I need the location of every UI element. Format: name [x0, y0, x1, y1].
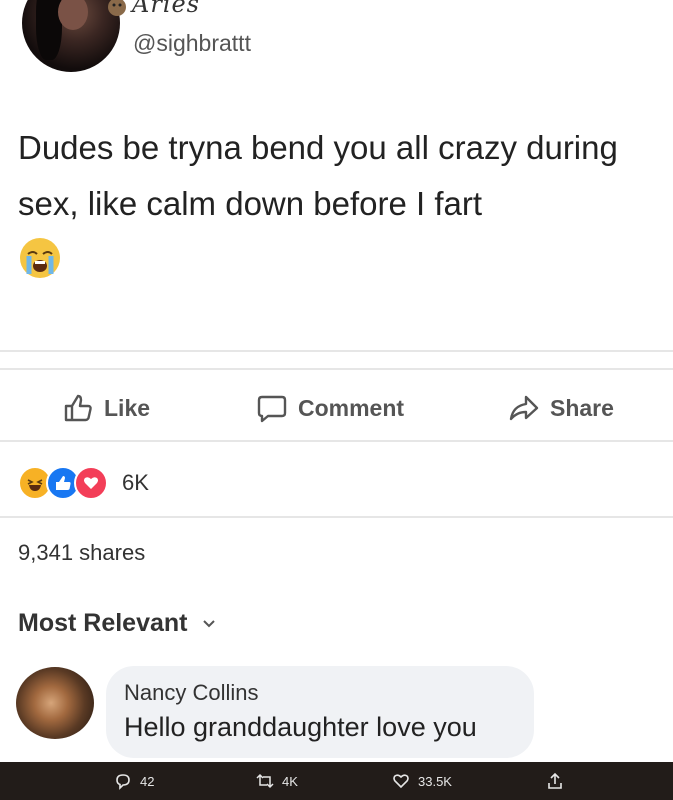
- display-name[interactable]: Aries: [132, 0, 200, 18]
- comment-sort-dropdown[interactable]: Most Relevant: [18, 609, 217, 638]
- share-upload-icon: [548, 772, 562, 789]
- retweet-button[interactable]: 4K: [256, 762, 298, 800]
- tweet-text: Dudes be tryna bend you all crazy during…: [18, 129, 618, 222]
- comment-button[interactable]: Comment: [256, 390, 404, 426]
- thumbs-up-icon: [64, 394, 92, 422]
- divider: [0, 440, 673, 442]
- share-tweet-button[interactable]: [546, 762, 564, 800]
- retweet-icon: [256, 773, 274, 789]
- share-button[interactable]: Share: [508, 390, 614, 426]
- comment-author[interactable]: Nancy Collins: [124, 680, 259, 706]
- retweet-count: 4K: [282, 773, 298, 789]
- reply-button[interactable]: 42: [114, 762, 154, 800]
- comment-icon: [257, 395, 287, 423]
- like-label: Like: [104, 394, 151, 421]
- divider: [0, 350, 673, 352]
- comment-text: Hello granddaughter love you: [124, 712, 477, 742]
- reply-count: 42: [140, 773, 155, 789]
- share-arrow-icon: [509, 395, 539, 421]
- share-label: Share: [550, 394, 614, 421]
- reactions-summary[interactable]: 6K: [18, 466, 149, 500]
- love-reaction-icon: [74, 466, 108, 500]
- loudly-crying-face-icon: [20, 238, 60, 278]
- divider: [0, 368, 673, 370]
- twitter-stats-bar: [0, 762, 673, 800]
- reaction-count: 6K: [122, 470, 149, 495]
- heart-icon: [393, 774, 409, 789]
- like-tweet-button[interactable]: 33.5K: [392, 762, 452, 800]
- reply-icon: [116, 774, 130, 790]
- chevron-down-icon: [203, 619, 216, 627]
- shares-count[interactable]: 9,341 shares: [18, 540, 145, 566]
- name-emoji-icon: [108, 0, 126, 16]
- divider: [0, 516, 673, 518]
- like-button[interactable]: Like: [62, 390, 150, 426]
- commenter-avatar[interactable]: [16, 667, 94, 739]
- user-handle[interactable]: @sighbrattt: [133, 30, 251, 57]
- like-count: 33.5K: [418, 773, 452, 789]
- sort-label: Most Relevant: [18, 609, 188, 637]
- comment-label: Comment: [298, 394, 405, 421]
